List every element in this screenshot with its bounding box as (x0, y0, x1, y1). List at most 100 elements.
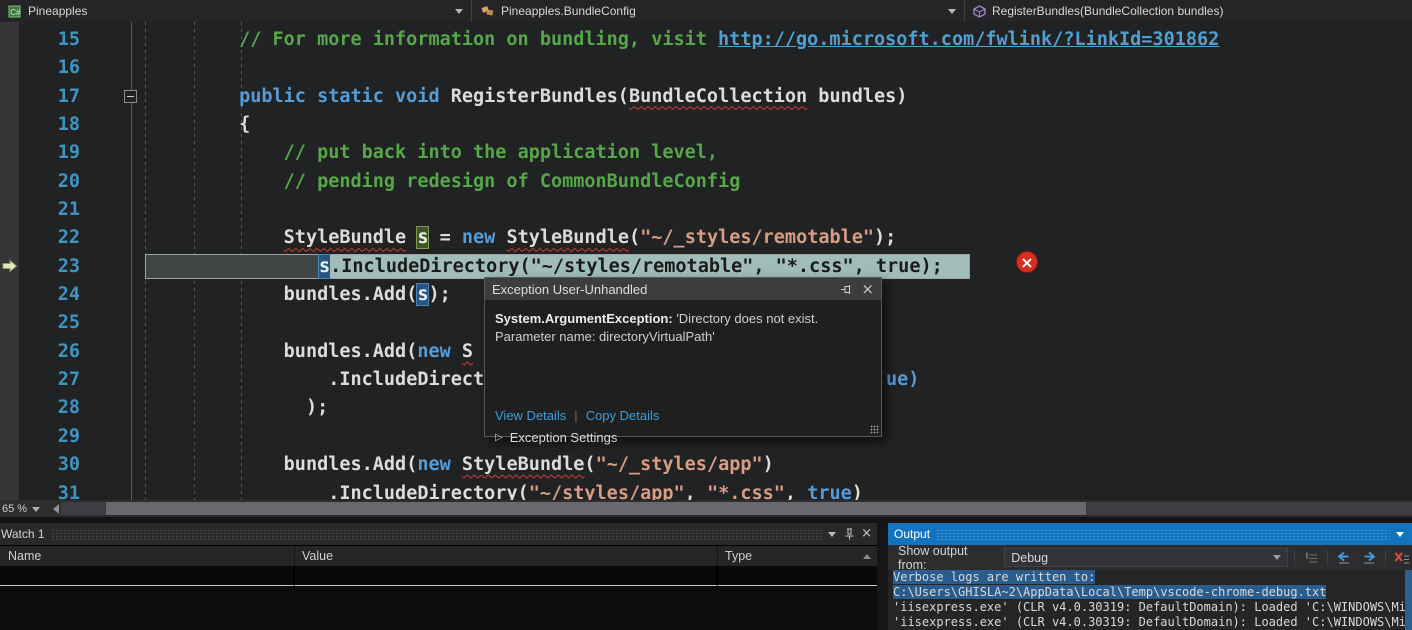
watch-cell-name[interactable] (0, 566, 295, 586)
code-token: ); (306, 397, 328, 418)
code-token: = (428, 227, 461, 248)
code-line: 17public static void RegisterBundles(Bun… (0, 83, 1412, 111)
column-header-name[interactable]: Name (0, 546, 295, 566)
show-output-from-label: Show output from: (898, 544, 998, 572)
code-token: // put back into the application level, (284, 142, 718, 163)
code-token: ( (629, 227, 640, 248)
output-toolbar: Show output from: Debug (888, 545, 1412, 570)
watch-grid-header: Name Value Type (0, 545, 877, 566)
code-token: ( (584, 454, 595, 475)
watch-cell-value[interactable] (295, 566, 718, 586)
zoom-level[interactable]: 65 % (0, 502, 30, 515)
column-header-type[interactable]: Type (718, 546, 877, 566)
column-header-value[interactable]: Value (295, 546, 718, 566)
code-token: "~/_styles/remotable" (640, 227, 874, 248)
horizontal-scrollbar[interactable] (61, 502, 1412, 515)
link-separator: | (574, 408, 577, 423)
svg-text:C#: C# (10, 8, 21, 17)
find-message-icon[interactable] (1301, 549, 1321, 567)
code-token: s (417, 227, 428, 248)
next-message-icon[interactable] (1360, 549, 1380, 567)
code-token[interactable]: http://go.microsoft.com/fwlink/?LinkId=3… (718, 29, 1219, 50)
code-token: new (417, 341, 450, 362)
line-number: 28 (0, 394, 80, 422)
code-line: 30bundles.Add(new StyleBundle("~/_styles… (0, 451, 1412, 479)
close-icon[interactable]: × (861, 283, 874, 295)
code-token: ); (874, 227, 896, 248)
code-line: 20// pending redesign of CommonBundleCon… (0, 168, 1412, 196)
code-token: public static void (239, 86, 439, 107)
exception-settings-label: Exception Settings (510, 430, 618, 445)
output-title-bar[interactable]: Output (888, 523, 1412, 545)
code-token: StyleBundle (506, 227, 629, 248)
watch-cell-type[interactable] (718, 566, 877, 586)
code-token: new (417, 454, 450, 475)
project-dropdown[interactable]: C# Pineapples (0, 0, 472, 22)
output-title: Output (894, 527, 930, 541)
resize-grip[interactable] (870, 425, 879, 434)
scroll-up-icon[interactable] (863, 550, 871, 559)
pin-icon[interactable] (844, 528, 855, 540)
error-badge-icon[interactable]: × (1016, 251, 1038, 273)
code-token: { (239, 114, 250, 135)
code-token: .IncludeDirectory( (328, 483, 528, 501)
code-token: S (462, 341, 473, 362)
zoom-dropdown-icon[interactable] (32, 507, 40, 516)
previous-message-icon[interactable] (1334, 549, 1354, 567)
class-icon (480, 5, 495, 18)
line-number: 15 (0, 26, 80, 54)
code-token (451, 454, 462, 475)
pin-icon[interactable] (840, 284, 853, 295)
line-number: 31 (0, 480, 80, 501)
code-token: ); (428, 284, 450, 305)
window-position-icon[interactable] (828, 532, 836, 541)
chevron-down-icon (948, 9, 956, 18)
exception-settings-expander[interactable]: ▷ Exception Settings (495, 430, 617, 445)
watch-panel: Watch 1 × Name Value Type (0, 523, 877, 630)
code-token: true (807, 483, 852, 501)
code-token: ) (763, 454, 774, 475)
code-token: s (319, 255, 330, 278)
code-token: "~/_styles/app" (596, 454, 763, 475)
code-token: StyleBundle (284, 227, 407, 248)
code-token: , (785, 483, 807, 501)
window-position-icon[interactable] (1396, 532, 1404, 541)
clear-all-icon[interactable] (1392, 549, 1412, 567)
view-details-link[interactable]: View Details (495, 408, 566, 423)
navigation-bar: C# Pineapples Pineapples.BundleConfig Re… (0, 0, 1412, 22)
code-token (406, 227, 417, 248)
code-token: s (417, 284, 428, 305)
code-token: .IncludeDirectory("~/styles/remotable", … (330, 255, 969, 278)
member-dropdown-label: RegisterBundles(BundleCollection bundles… (992, 4, 1223, 18)
code-token (495, 227, 506, 248)
watch-empty-row[interactable] (0, 566, 877, 586)
code-line: 31.IncludeDirectory("~/styles/app", "*.c… (0, 480, 1412, 501)
output-source-select[interactable]: Debug (1004, 548, 1288, 567)
scroll-left-icon[interactable] (48, 504, 59, 514)
copy-details-link[interactable]: Copy Details (586, 408, 660, 423)
type-dropdown[interactable]: Pineapples.BundleConfig (472, 0, 965, 22)
type-dropdown-label: Pineapples.BundleConfig (501, 4, 636, 18)
code-line: 21 (0, 196, 1412, 224)
output-vertical-scrollbar[interactable] (1405, 570, 1412, 630)
line-number: 25 (0, 309, 80, 337)
member-dropdown[interactable]: RegisterBundles(BundleCollection bundles… (965, 0, 1412, 22)
close-icon[interactable]: × (861, 528, 872, 540)
exception-popup-header[interactable]: Exception User-Unhandled × (485, 278, 881, 300)
panel-splitter[interactable] (877, 523, 888, 630)
output-line: 'iisexpress.exe' (CLR v4.0.30319: Defaul… (893, 600, 1412, 615)
method-icon (973, 5, 986, 18)
code-token: StyleBundle (462, 454, 585, 475)
line-number: 16 (0, 54, 80, 82)
fold-toggle-icon[interactable] (124, 90, 137, 103)
line-number: 22 (0, 224, 80, 252)
execution-pointer-icon[interactable] (2, 259, 18, 273)
horizontal-scrollbar-thumb[interactable] (106, 502, 1086, 515)
titlebar-texture (936, 529, 1390, 540)
code-token (451, 341, 462, 362)
line-number: 24 (0, 281, 80, 309)
watch-title-bar[interactable]: Watch 1 × (0, 523, 877, 545)
output-log: Verbose logs are written to:C:\Users\GHI… (888, 570, 1412, 630)
exception-type: System.ArgumentException: (495, 311, 673, 326)
code-token: // For more information on bundling, vis… (239, 29, 718, 50)
